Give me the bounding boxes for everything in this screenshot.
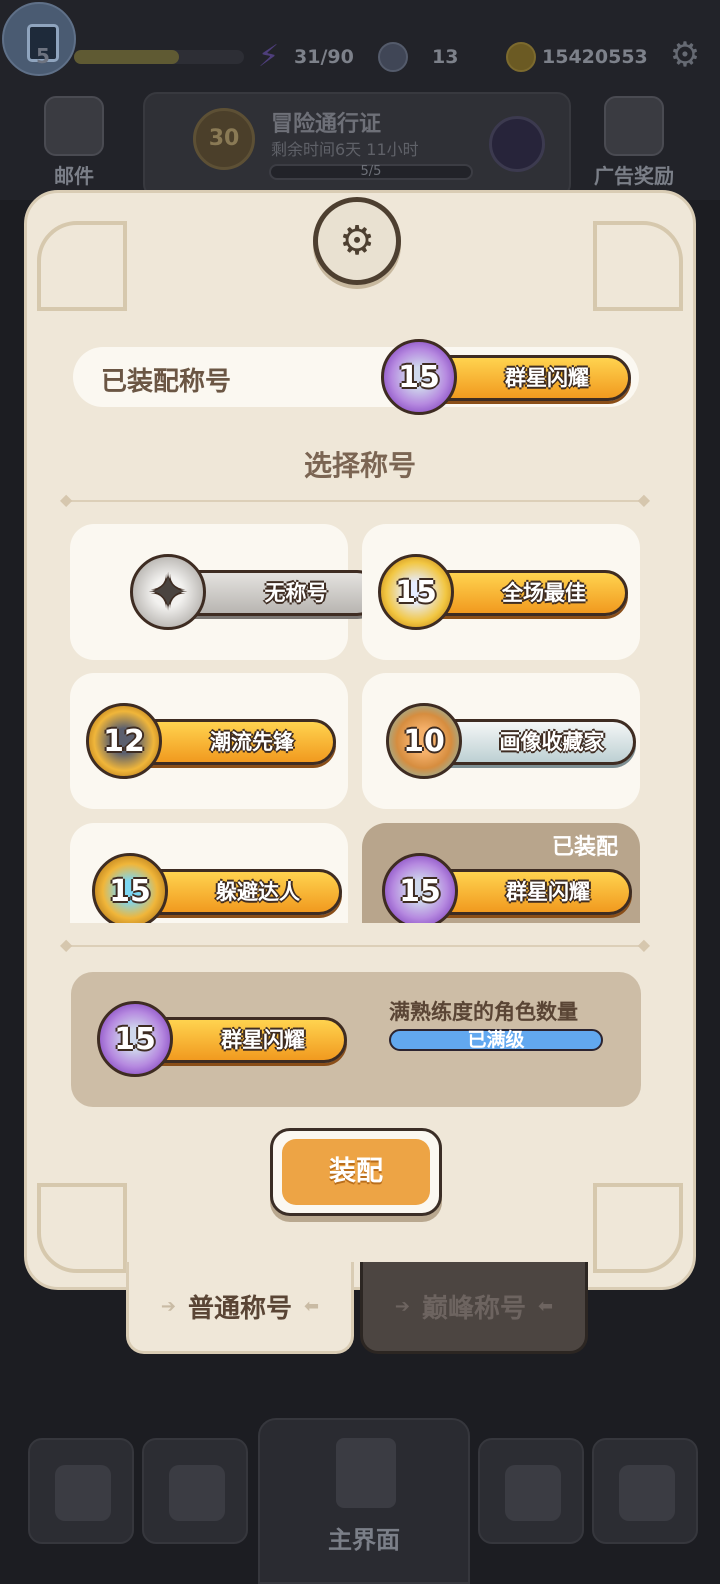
shield-sword-icon [169, 1465, 225, 1521]
divider [60, 935, 650, 954]
nav-main-label: 主界面 [328, 1526, 400, 1554]
star-crystal-icon: 15 [382, 853, 458, 923]
panel-corner-ornament [37, 221, 127, 311]
map-icon [505, 1465, 561, 1521]
select-title-heading: 选择称号 [303, 449, 416, 482]
requirement-progress-bar: 已满级 [389, 1029, 603, 1051]
lightning-icon [258, 42, 288, 72]
title-card-trendsetter[interactable]: 12 潮流先锋 [70, 673, 348, 809]
pass-remaining-time: 剩余时间6天 11小时 [271, 140, 419, 159]
nav-map-button[interactable] [478, 1438, 584, 1544]
tab-ornament-icon: ⬅ [538, 1296, 554, 1317]
tab-label: 巅峰称号 [421, 1294, 526, 1324]
title-badge: 15 群星闪耀 [378, 853, 634, 923]
title-card-collector[interactable]: 10 画像收藏家 [362, 673, 640, 809]
title-card-stars-equipped[interactable]: 已装配 15 群星闪耀 [362, 823, 640, 923]
tab-normal-titles[interactable]: ➔ 普通称号 ⬅ [126, 1262, 354, 1354]
star-crystal-icon: 15 [381, 339, 457, 415]
title-badge: 12 潮流先锋 [82, 703, 338, 779]
nav-chest-button[interactable] [28, 1438, 134, 1544]
equipped-title-label: 已装配称号 [101, 367, 232, 397]
mail-button[interactable]: 邮件 [34, 96, 114, 191]
top-bar: 5 31/90 13 15420553 ⚙ 邮件 广告奖励 30 冒险通行证 剩… [0, 0, 720, 200]
title-name: 无称号 [264, 581, 328, 605]
helmet-icon: 12 [86, 703, 162, 779]
coin-value: 15420553 [542, 46, 648, 68]
gem-icon [378, 42, 408, 72]
castle-icon [336, 1438, 396, 1508]
requirement-label: 满熟练度的角色数量 [389, 1000, 578, 1024]
panel-corner-ornament [593, 1183, 683, 1273]
energy-value: 31/90 [294, 46, 354, 68]
equip-button-label: 装配 [282, 1139, 430, 1205]
nav-equipment-button[interactable] [142, 1438, 248, 1544]
pass-progress: 5/5 [269, 164, 473, 180]
title-badge: 15 躲避达人 [88, 853, 344, 923]
selected-title-name: 群星闪耀 [221, 1028, 305, 1052]
tab-peak-titles[interactable]: ➔ 巅峰称号 ⬅ [360, 1262, 588, 1354]
sword-icon: 15 [378, 554, 454, 630]
gem-counter[interactable]: 13 [378, 40, 458, 74]
ad-reward-icon [604, 96, 664, 156]
adventure-pass-card[interactable]: 30 冒险通行证 剩余时间6天 11小时 5/5 [143, 92, 571, 198]
panel-corner-ornament [37, 1183, 127, 1273]
title-badge: 15 全场最佳 [374, 554, 630, 630]
hall-icon [619, 1465, 675, 1521]
portrait-frame-icon: 10 [386, 703, 462, 779]
mail-label: 邮件 [54, 164, 94, 188]
chest-icon [55, 1465, 111, 1521]
tab-ornament-icon: ➔ [394, 1296, 410, 1317]
title-name: 全场最佳 [502, 581, 586, 605]
panel-corner-ornament [593, 221, 683, 311]
pass-title: 冒险通行证 [271, 112, 382, 137]
equip-button[interactable]: 装配 [270, 1128, 442, 1216]
dodge-icon: 15 [92, 853, 168, 923]
equipped-title-row: 已装配称号 15 群星闪耀 [73, 339, 639, 415]
pass-level-badge: 30 [193, 108, 255, 170]
settings-gear-icon[interactable]: ⚙ [668, 38, 702, 72]
ad-reward-label: 广告奖励 [594, 164, 674, 188]
coin-icon [506, 42, 536, 72]
tab-label: 普通称号 [187, 1294, 292, 1324]
energy-counter[interactable]: 31/90 [258, 40, 354, 74]
title-card-none[interactable]: 无称号 [70, 524, 380, 660]
tab-ornament-icon: ⬅ [304, 1296, 320, 1317]
panel-gear-icon: ⚙ [313, 197, 401, 285]
equipped-title-name: 群星闪耀 [505, 366, 589, 390]
ad-reward-button[interactable]: 广告奖励 [594, 96, 674, 191]
title-card-dodge[interactable]: 15 躲避达人 [70, 823, 348, 923]
title-name: 潮流先锋 [210, 730, 294, 754]
divider [60, 490, 650, 509]
mail-icon [44, 96, 104, 156]
title-badge: 10 画像收藏家 [382, 703, 638, 779]
nav-main-button[interactable]: 主界面 [258, 1418, 470, 1584]
title-name: 画像收藏家 [499, 730, 605, 754]
selected-title-badge: 15 群星闪耀 [93, 1001, 349, 1077]
title-badge: 无称号 [126, 554, 382, 630]
title-detail-box: 15 群星闪耀 满熟练度的角色数量 已满级 [71, 972, 641, 1107]
player-level: 5 [36, 44, 50, 68]
gem-value: 13 [432, 46, 459, 68]
pass-reward-orb-icon [489, 116, 545, 172]
star-crystal-icon: 15 [97, 1001, 173, 1077]
title-name: 群星闪耀 [506, 880, 590, 904]
title-name: 躲避达人 [216, 880, 300, 904]
star-outline-icon [130, 554, 206, 630]
xp-bar [74, 50, 244, 64]
nav-hall-button[interactable] [592, 1438, 698, 1544]
tab-ornament-icon: ➔ [160, 1296, 176, 1317]
title-grid: 无称号 15 全场最佳 12 潮流先锋 10 画像收藏家 15 躲避达人 [66, 520, 646, 923]
title-card-best[interactable]: 15 全场最佳 [362, 524, 640, 660]
coin-counter[interactable]: 15420553 [506, 40, 648, 74]
equipped-title-badge: 15 群星闪耀 [377, 339, 633, 415]
